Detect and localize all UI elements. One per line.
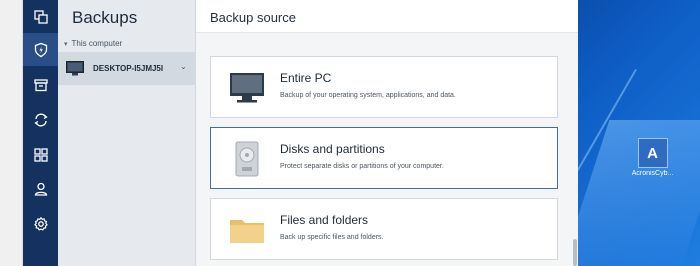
desktop-shortcut-label: AcronisCyb... — [631, 170, 674, 177]
nav-item-account[interactable] — [23, 172, 58, 205]
vertical-scrollbar[interactable] — [572, 33, 578, 266]
desktop-shortcut-acronis[interactable]: A AcronisCyb... — [630, 138, 675, 177]
nav-item-backup[interactable] — [23, 33, 58, 66]
scrollbar-thumb[interactable] — [573, 239, 577, 266]
option-title: Disks and partitions — [280, 142, 385, 156]
app-window: Backups ▾ This computer DESKTOP-I5JMJ5I … — [0, 0, 578, 266]
group-this-computer[interactable]: ▾ This computer — [64, 39, 122, 48]
option-description: Backup of your operating system, applica… — [280, 92, 456, 99]
source-option-files-folders[interactable]: Files and folders Back up specific files… — [210, 198, 558, 260]
acronis-app-icon: A — [637, 138, 668, 168]
source-option-entire-pc[interactable]: Entire PC Backup of your operating syste… — [210, 56, 558, 118]
backups-panel: Backups ▾ This computer DESKTOP-I5JMJ5I … — [58, 0, 196, 266]
nav-item-tools[interactable] — [23, 138, 58, 171]
panel-title: Backups — [72, 8, 138, 27]
window-left-edge — [0, 0, 23, 266]
group-label: This computer — [71, 39, 123, 48]
option-title: Entire PC — [280, 71, 332, 85]
nav-sidebar — [23, 0, 58, 266]
copy-icon — [33, 9, 48, 24]
source-option-disks-partitions[interactable]: Disks and partitions Protect separate di… — [210, 127, 558, 189]
nav-item-archive[interactable] — [23, 68, 58, 101]
backup-source-pane: Backup source Entire PC Backup of your o… — [196, 0, 578, 266]
monitor-icon — [230, 73, 264, 103]
gear-icon — [33, 216, 48, 231]
pane-header: Backup source — [196, 0, 578, 33]
chevron-down-icon: ▾ — [64, 40, 68, 48]
page-title: Backup source — [210, 10, 296, 25]
option-title: Files and folders — [280, 213, 369, 227]
nav-item-sync[interactable] — [23, 103, 58, 136]
archive-icon — [33, 78, 48, 91]
account-icon — [34, 182, 47, 196]
option-description: Protect separate disks or partitions of … — [280, 163, 444, 170]
disk-icon — [235, 141, 259, 177]
monitor-icon — [66, 61, 84, 76]
nav-item-settings[interactable] — [23, 207, 58, 240]
shield-icon — [34, 42, 47, 57]
backup-list-item[interactable]: DESKTOP-I5JMJ5I ⌄ — [58, 52, 196, 85]
sync-icon — [33, 113, 48, 126]
nav-item-copy[interactable] — [23, 0, 58, 33]
option-description: Back up specific files and folders. — [280, 234, 384, 241]
folder-icon — [230, 220, 264, 243]
chevron-down-icon[interactable]: ⌄ — [180, 62, 187, 71]
grid-icon — [33, 147, 48, 162]
device-name: DESKTOP-I5JMJ5I — [93, 64, 164, 73]
